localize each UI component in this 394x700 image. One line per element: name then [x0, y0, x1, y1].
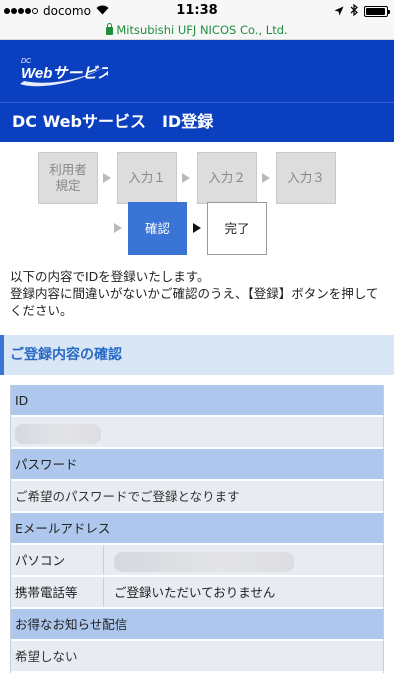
- step-arrow-icon: [182, 173, 190, 183]
- status-bar: docomo 11:38: [0, 0, 394, 22]
- svg-text:DC: DC: [21, 58, 32, 65]
- password-label: パスワード: [11, 449, 383, 481]
- intro-line-1: 以下の内容でIDを登録いたします。: [10, 269, 210, 284]
- logo-text: Webサービス: [21, 65, 108, 82]
- step-label: 完了: [224, 220, 250, 236]
- mobile-value: ご登録いただいておりません: [114, 585, 276, 600]
- lock-icon: [106, 23, 114, 35]
- news-value: 希望しない: [11, 641, 383, 673]
- step-label: 利用者 規定: [49, 162, 87, 193]
- step-label: 確認: [144, 220, 170, 236]
- confirmation-table: ID パスワード ご希望のパスワードでご登録となります Eメールアドレス パソコ…: [10, 385, 384, 673]
- step-terms: 利用者 規定: [38, 152, 98, 204]
- url-host: Mitsubishi UFJ NICOS Co., Ltd.: [116, 23, 288, 37]
- pc-value: [104, 545, 383, 575]
- email-mobile-row: 携帯電話等 ご登録いただいておりません: [11, 577, 383, 609]
- location-icon: [334, 5, 344, 19]
- step-label: 入力１: [128, 170, 166, 185]
- news-label: お得なお知らせ配信: [11, 609, 383, 641]
- status-icons: [334, 3, 390, 19]
- page-title: DC Webサービス ID登録: [0, 102, 394, 142]
- pc-label: パソコン: [11, 545, 104, 575]
- dc-web-service-logo[interactable]: DC Webサービス: [18, 54, 108, 88]
- id-label: ID: [11, 385, 383, 417]
- mobile-label: 携帯電話等: [11, 577, 104, 607]
- step-complete: 完了: [207, 202, 267, 255]
- intro-line-2: 登録内容に間違いがないかご確認のうえ、【登録】ボタンを押してください。: [10, 286, 379, 318]
- section-title: ご登録内容の確認: [0, 335, 394, 375]
- url-bar[interactable]: Mitsubishi UFJ NICOS Co., Ltd.: [0, 22, 394, 40]
- step-indicator: 利用者 規定 入力１ 入力２ 入力３ 確認 完了: [0, 142, 394, 268]
- step-input-2: 入力２: [197, 152, 257, 204]
- step-label: 入力３: [287, 170, 325, 185]
- site-header: DC Webサービス: [0, 40, 394, 102]
- redacted-email: [114, 551, 294, 572]
- step-input-1: 入力１: [117, 152, 177, 204]
- step-arrow-icon: [262, 173, 270, 183]
- step-label: 入力２: [208, 170, 246, 185]
- email-pc-row: パソコン: [11, 545, 383, 577]
- password-value: ご希望のパスワードでご登録となります: [11, 481, 383, 513]
- step-arrow-icon: [193, 223, 201, 233]
- step-input-3: 入力３: [276, 152, 336, 204]
- step-confirm: 確認: [128, 202, 187, 255]
- redacted-id: [15, 423, 101, 444]
- bluetooth-icon: [350, 3, 358, 19]
- step-arrow-icon: [114, 223, 122, 233]
- battery-icon: [364, 6, 390, 17]
- id-value: [11, 417, 383, 449]
- intro-text: 以下の内容でIDを登録いたします。 登録内容に間違いがないかご確認のうえ、【登録…: [0, 268, 394, 319]
- email-label: Eメールアドレス: [11, 513, 383, 545]
- step-arrow-icon: [103, 173, 111, 183]
